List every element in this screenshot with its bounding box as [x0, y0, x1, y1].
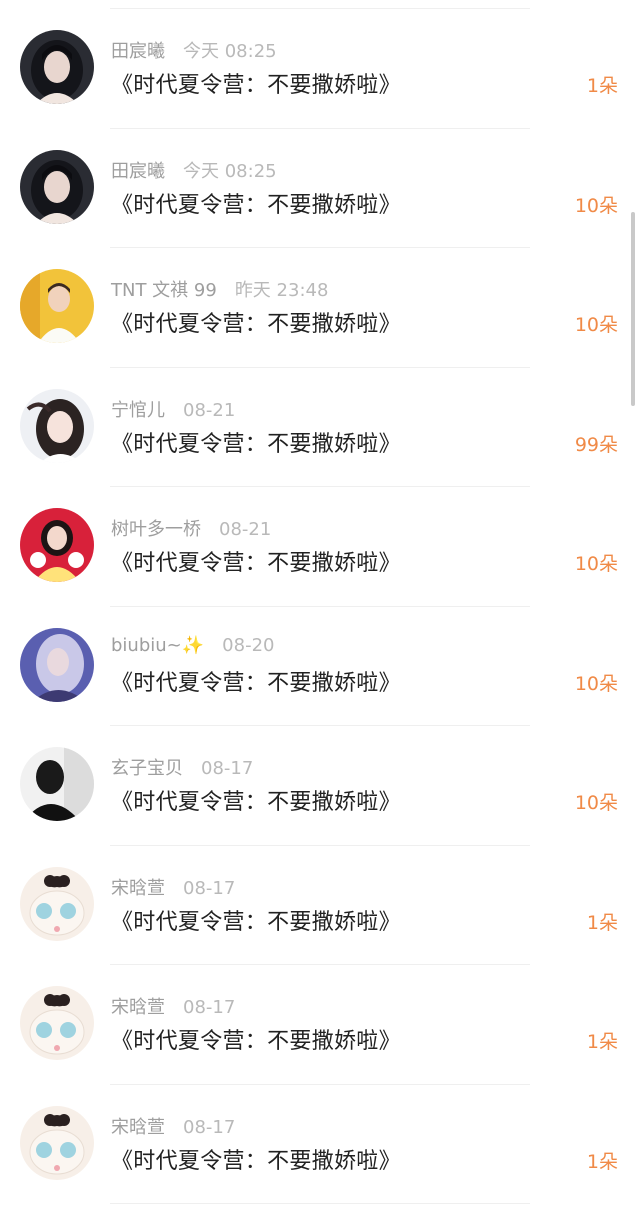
work-title[interactable]: 《时代夏令营：不要撒娇啦》 — [111, 665, 401, 697]
timestamp: 08-21 — [183, 399, 236, 421]
timestamp: 08-17 — [183, 1116, 236, 1138]
row-divider — [110, 1203, 530, 1204]
avatar[interactable] — [20, 149, 94, 224]
avatar[interactable] — [20, 1105, 94, 1180]
gift-count: 1朵 — [586, 1150, 618, 1173]
record-meta: 田宸曦 今天 08:25 — [111, 157, 277, 183]
username[interactable]: 田宸曦 — [111, 161, 165, 182]
gift-count: 10朵 — [574, 672, 618, 695]
username[interactable]: 宋晗萱 — [111, 878, 165, 899]
timestamp: 今天 08:25 — [183, 41, 277, 62]
username[interactable]: TNT 文祺 99 — [111, 280, 217, 301]
avatar[interactable] — [20, 269, 94, 343]
gift-record-row[interactable]: TNT 文祺 99 昨天 23:48 《时代夏令营：不要撒娇啦》 10朵 — [0, 248, 640, 368]
timestamp: 08-17 — [183, 997, 236, 1018]
timestamp: 08-17 — [183, 877, 236, 899]
record-meta: TNT 文祺 99 昨天 23:48 — [111, 276, 328, 302]
record-meta: 宁悺儿 08-21 — [111, 396, 235, 422]
gift-count: 10朵 — [574, 553, 618, 575]
gift-record-row[interactable]: 树叶多一桥 08-21 《时代夏令营：不要撒娇啦》 10朵 — [0, 487, 640, 607]
work-title[interactable]: 《时代夏令营：不要撒娇啦》 — [111, 187, 401, 219]
username[interactable]: 宋晗萱 — [111, 1117, 165, 1138]
work-title[interactable]: 《时代夏令营：不要撒娇啦》 — [111, 904, 401, 936]
record-meta: 田宸曦 今天 08:25 — [111, 37, 277, 63]
work-title[interactable]: 《时代夏令营：不要撒娇啦》 — [111, 1023, 401, 1055]
record-meta: biubiu~✨ 08-20 — [111, 635, 274, 656]
scrollbar-thumb[interactable] — [631, 212, 635, 406]
avatar[interactable] — [20, 508, 94, 582]
gift-count: 10朵 — [574, 792, 618, 814]
timestamp: 08-17 — [201, 758, 254, 779]
record-meta: 宋晗萱 08-17 — [111, 993, 235, 1019]
gift-count: 1朵 — [586, 75, 618, 97]
gift-count: 10朵 — [574, 194, 618, 217]
username[interactable]: 树叶多一桥 — [111, 519, 201, 540]
work-title[interactable]: 《时代夏令营：不要撒娇啦》 — [111, 1143, 401, 1175]
gift-count: 99朵 — [574, 433, 618, 456]
avatar[interactable] — [20, 30, 94, 104]
gift-record-row[interactable]: 宁悺儿 08-21 《时代夏令营：不要撒娇啦》 99朵 — [0, 368, 640, 487]
gift-count: 1朵 — [586, 1031, 618, 1053]
gift-record-row[interactable]: 宋晗萱 08-17 《时代夏令营：不要撒娇啦》 1朵 — [0, 965, 640, 1085]
work-title[interactable]: 《时代夏令营：不要撒娇啦》 — [111, 545, 401, 577]
timestamp: 08-20 — [222, 634, 275, 656]
avatar[interactable] — [20, 747, 94, 821]
record-meta: 玄子宝贝 08-17 — [111, 754, 253, 780]
work-title[interactable]: 《时代夏令营：不要撒娇啦》 — [111, 426, 401, 458]
timestamp: 昨天 23:48 — [234, 280, 329, 301]
username[interactable]: 田宸曦 — [111, 41, 165, 62]
work-title[interactable]: 《时代夏令营：不要撒娇啦》 — [111, 67, 401, 99]
username[interactable]: 宋晗萱 — [111, 997, 165, 1018]
username[interactable]: 玄子宝贝 — [111, 758, 183, 779]
gift-record-row[interactable]: 宋晗萱 08-17 《时代夏令营：不要撒娇啦》 1朵 — [0, 846, 640, 965]
work-title[interactable]: 《时代夏令营：不要撒娇啦》 — [111, 784, 401, 816]
gift-record-row[interactable]: 田宸曦 今天 08:25 《时代夏令营：不要撒娇啦》 10朵 — [0, 129, 640, 248]
gift-record-row[interactable]: 田宸曦 今天 08:25 《时代夏令营：不要撒娇啦》 1朵 — [0, 9, 640, 129]
record-meta: 树叶多一桥 08-21 — [111, 515, 271, 541]
gift-record-row[interactable]: 玄子宝贝 08-17 《时代夏令营：不要撒娇啦》 10朵 — [0, 726, 640, 846]
avatar[interactable] — [20, 388, 94, 463]
avatar[interactable] — [20, 866, 94, 941]
record-meta: 宋晗萱 08-17 — [111, 874, 235, 900]
gift-record-list: 田宸曦 今天 08:25 《时代夏令营：不要撒娇啦》 1朵 田宸曦 今天 08:25 《时代… — [0, 9, 640, 1204]
gift-record-row[interactable]: 宋晗萱 08-17 《时代夏令营：不要撒娇啦》 1朵 — [0, 1085, 640, 1204]
timestamp: 08-21 — [219, 519, 272, 540]
gift-count: 1朵 — [586, 911, 618, 934]
work-title[interactable]: 《时代夏令营：不要撒娇啦》 — [111, 306, 401, 338]
avatar[interactable] — [20, 627, 94, 702]
record-meta: 宋晗萱 08-17 — [111, 1113, 235, 1139]
gift-count: 10朵 — [574, 314, 618, 336]
username[interactable]: 宁悺儿 — [111, 400, 165, 421]
avatar[interactable] — [20, 986, 94, 1060]
gift-record-row[interactable]: biubiu~✨ 08-20 《时代夏令营：不要撒娇啦》 10朵 — [0, 607, 640, 726]
timestamp: 今天 08:25 — [183, 160, 277, 182]
username[interactable]: biubiu~✨ — [111, 635, 204, 656]
